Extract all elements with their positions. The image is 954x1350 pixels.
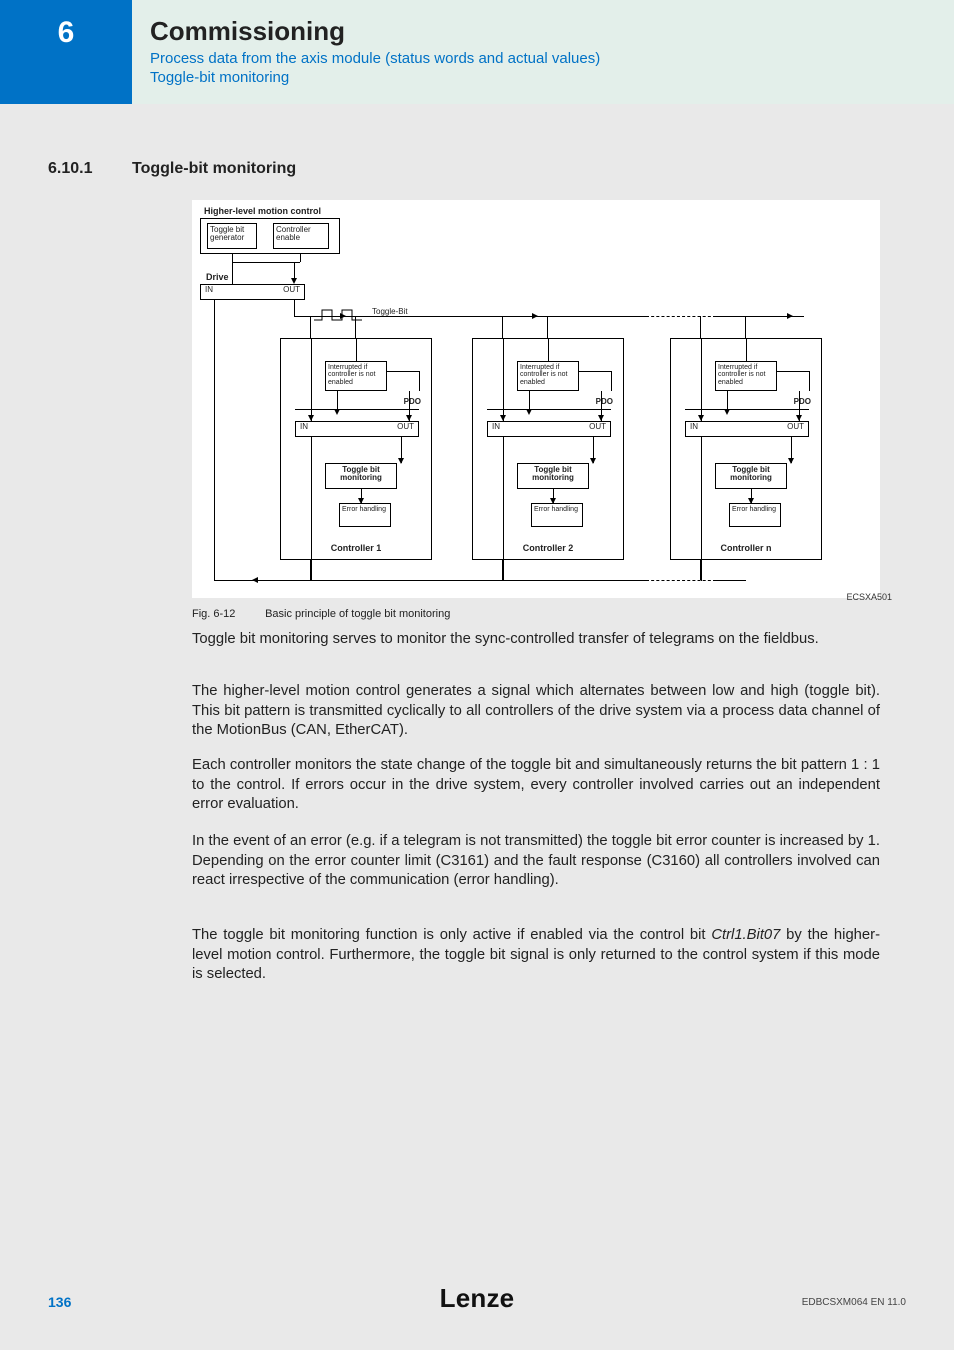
paragraph-3: Each controller monitors the state chang… xyxy=(192,756,880,815)
brand-logo: Lenze xyxy=(440,1283,515,1314)
paragraph-5a: The toggle bit monitoring function is on… xyxy=(192,927,711,943)
figure-caption-text: Basic principle of toggle bit monitoring xyxy=(265,608,450,620)
figure-caption: Fig. 6-12 Basic principle of toggle bit … xyxy=(192,608,450,620)
chapter-subtitle-2: Toggle-bit monitoring xyxy=(150,68,936,87)
chapter-title: Commissioning xyxy=(150,16,936,47)
box-drive: IN OUT xyxy=(200,284,305,300)
figure-diagram: Higher-level motion control Toggle bit g… xyxy=(192,200,880,598)
label-toggle-mon-2: Toggle bit monitoring xyxy=(532,465,574,482)
label-out-2: OUT xyxy=(589,422,606,431)
label-interrupted-n: Interrupted if controller is not enabled xyxy=(718,364,765,386)
box-controller-2: Interrupted if controller is not enabled… xyxy=(472,338,624,560)
label-toggle-mon-1: Toggle bit monitoring xyxy=(340,465,382,482)
label-interrupted-1: Interrupted if controller is not enabled xyxy=(328,364,375,386)
chapter-number: 6 xyxy=(58,16,75,50)
label-toggle-mon-n: Toggle bit monitoring xyxy=(730,465,772,482)
label-pdo-1: PDO xyxy=(404,397,421,406)
header-body: Commissioning Process data from the axis… xyxy=(132,0,954,104)
label-drive: Drive xyxy=(206,272,229,282)
label-controller-1: Controller 1 xyxy=(281,543,431,553)
label-out-1: OUT xyxy=(397,422,414,431)
box-toggle-generator: Toggle bit generator xyxy=(207,223,257,249)
box-pdo-inout-n: IN OUT xyxy=(685,421,809,437)
label-controller-enable: Controller enable xyxy=(276,225,311,242)
box-controller-n: Interrupted if controller is not enabled… xyxy=(670,338,822,560)
chapter-number-box: 6 xyxy=(0,0,132,104)
box-toggle-mon-1: Toggle bit monitoring xyxy=(325,463,397,489)
label-controller-n: Controller n xyxy=(671,543,821,553)
section-number: 6.10.1 xyxy=(48,160,92,178)
page: 6 Commissioning Process data from the ax… xyxy=(0,0,954,1350)
label-higher-level-motion: Higher-level motion control xyxy=(204,206,321,216)
label-in-n: IN xyxy=(690,422,698,431)
page-header: 6 Commissioning Process data from the ax… xyxy=(0,0,954,104)
label-pdo-n: PDO xyxy=(794,397,811,406)
label-interrupted-2: Interrupted if controller is not enabled xyxy=(520,364,567,386)
page-number: 136 xyxy=(48,1294,71,1310)
label-drive-out: OUT xyxy=(283,285,300,294)
paragraph-1: Toggle bit monitoring serves to monitor … xyxy=(192,630,880,650)
label-error-2: Error handling xyxy=(534,506,578,513)
box-higher-level-motion: Toggle bit generator Controller enable xyxy=(200,218,340,254)
box-interrupted-2: Interrupted if controller is not enabled xyxy=(517,361,579,391)
paragraph-5: The toggle bit monitoring function is on… xyxy=(192,926,880,985)
paragraph-2: The higher-level motion control generate… xyxy=(192,682,880,741)
label-pdo-2: PDO xyxy=(596,397,613,406)
box-interrupted-1: Interrupted if controller is not enabled xyxy=(325,361,387,391)
label-in-1: IN xyxy=(300,422,308,431)
label-error-1: Error handling xyxy=(342,506,386,513)
box-controller-1: Interrupted if controller is not enabled… xyxy=(280,338,432,560)
chapter-subtitle-1: Process data from the axis module (statu… xyxy=(150,49,936,68)
box-pdo-inout-1: IN OUT xyxy=(295,421,419,437)
label-error-n: Error handling xyxy=(732,506,776,513)
box-error-1: Error handling xyxy=(339,503,391,527)
paragraph-5-italic: Ctrl1.Bit07 xyxy=(711,927,780,943)
label-toggle-generator: Toggle bit generator xyxy=(210,225,244,242)
box-error-2: Error handling xyxy=(531,503,583,527)
box-interrupted-n: Interrupted if controller is not enabled xyxy=(715,361,777,391)
paragraph-4: In the event of an error (e.g. if a tele… xyxy=(192,832,880,891)
figure-label: Fig. 6-12 xyxy=(192,608,262,620)
section-title: Toggle-bit monitoring xyxy=(132,160,296,178)
label-in-2: IN xyxy=(492,422,500,431)
box-error-n: Error handling xyxy=(729,503,781,527)
box-toggle-mon-2: Toggle bit monitoring xyxy=(517,463,589,489)
label-drive-in: IN xyxy=(205,285,213,294)
box-pdo-inout-2: IN OUT xyxy=(487,421,611,437)
figure-code: ECSXA501 xyxy=(846,592,892,602)
label-out-n: OUT xyxy=(787,422,804,431)
box-toggle-mon-n: Toggle bit monitoring xyxy=(715,463,787,489)
box-controller-enable: Controller enable xyxy=(273,223,329,249)
label-controller-2: Controller 2 xyxy=(473,543,623,553)
document-id: EDBCSXM064 EN 11.0 xyxy=(802,1297,906,1308)
